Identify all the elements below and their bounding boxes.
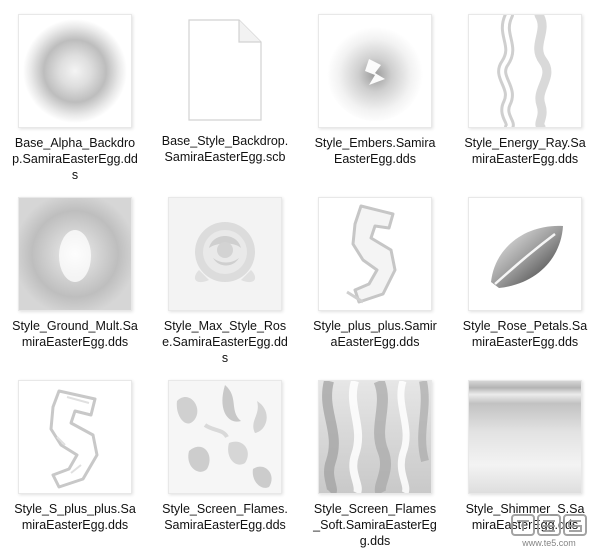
soft-glow-icon <box>18 197 132 311</box>
file-name: Style_Screen_Flames_Soft.SamiraEasterEgg… <box>313 502 437 548</box>
file-name: Style_S_plus_plus.SamiraEasterEgg.dds <box>14 502 136 532</box>
petal-icon <box>468 197 582 311</box>
file-item-style-screen-flames-soft[interactable]: Style_Screen_Flames_Soft.SamiraEasterEgg… <box>300 366 450 556</box>
file-name: Style_Energy_Ray.SamiraEasterEgg.dds <box>464 136 586 166</box>
file-item-base-alpha-backdrop[interactable]: Base_Alpha_Backdrop.SamiraEasterEgg.dds <box>0 0 150 183</box>
file-name: Style_Ground_Mult.SamiraEasterEgg.dds <box>12 319 138 349</box>
s-letter-icon <box>318 197 432 311</box>
rose-icon <box>168 197 282 311</box>
s-letter-outline-icon <box>18 380 132 494</box>
file-name: Base_Style_Backdrop.SamiraEasterEgg.scb <box>161 134 289 164</box>
ember-glow-icon <box>318 14 432 128</box>
file-name: Style_Embers.SamiraEasterEgg.dds <box>314 136 436 166</box>
watermark-logo-icon <box>511 513 587 536</box>
file-name: Style_Screen_Flames.SamiraEasterEgg.dds <box>162 502 288 532</box>
shimmer-gradient-icon <box>468 380 582 494</box>
file-item-base-style-backdrop[interactable]: Base_Style_Backdrop.SamiraEasterEgg.scb <box>150 0 300 183</box>
file-item-style-screen-flames[interactable]: Style_Screen_Flames.SamiraEasterEgg.dds <box>150 366 300 556</box>
energy-ray-icon <box>468 14 582 128</box>
file-item-style-rose-petals[interactable]: Style_Rose_Petals.SamiraEasterEgg.dds <box>450 183 600 366</box>
file-name: Style_plus_plus.SamiraEasterEgg.dds <box>313 319 437 349</box>
file-grid: Base_Alpha_Backdrop.SamiraEasterEgg.dds … <box>0 0 600 556</box>
file-item-style-max-style-rose[interactable]: Style_Max_Style_Rose.SamiraEasterEgg.dds <box>150 183 300 366</box>
blank-document-icon <box>169 14 281 126</box>
radial-ring-icon <box>18 14 132 128</box>
file-name: Style_Rose_Petals.SamiraEasterEgg.dds <box>462 319 588 349</box>
soft-flames-icon <box>318 380 432 494</box>
file-item-style-plus-plus[interactable]: Style_plus_plus.SamiraEasterEgg.dds <box>300 183 450 366</box>
file-name: Style_Max_Style_Rose.SamiraEasterEgg.dds <box>162 319 288 365</box>
site-watermark: www.te5.com <box>506 510 592 550</box>
file-item-style-s-plus-plus[interactable]: Style_S_plus_plus.SamiraEasterEgg.dds <box>0 366 150 556</box>
file-name: Base_Alpha_Backdrop.SamiraEasterEgg.dds <box>12 136 138 182</box>
watermark-url: www.te5.com <box>522 537 576 548</box>
file-item-style-energy-ray[interactable]: Style_Energy_Ray.SamiraEasterEgg.dds <box>450 0 600 183</box>
file-item-style-ground-mult[interactable]: Style_Ground_Mult.SamiraEasterEgg.dds <box>0 183 150 366</box>
flames-icon <box>168 380 282 494</box>
file-item-style-embers[interactable]: Style_Embers.SamiraEasterEgg.dds <box>300 0 450 183</box>
